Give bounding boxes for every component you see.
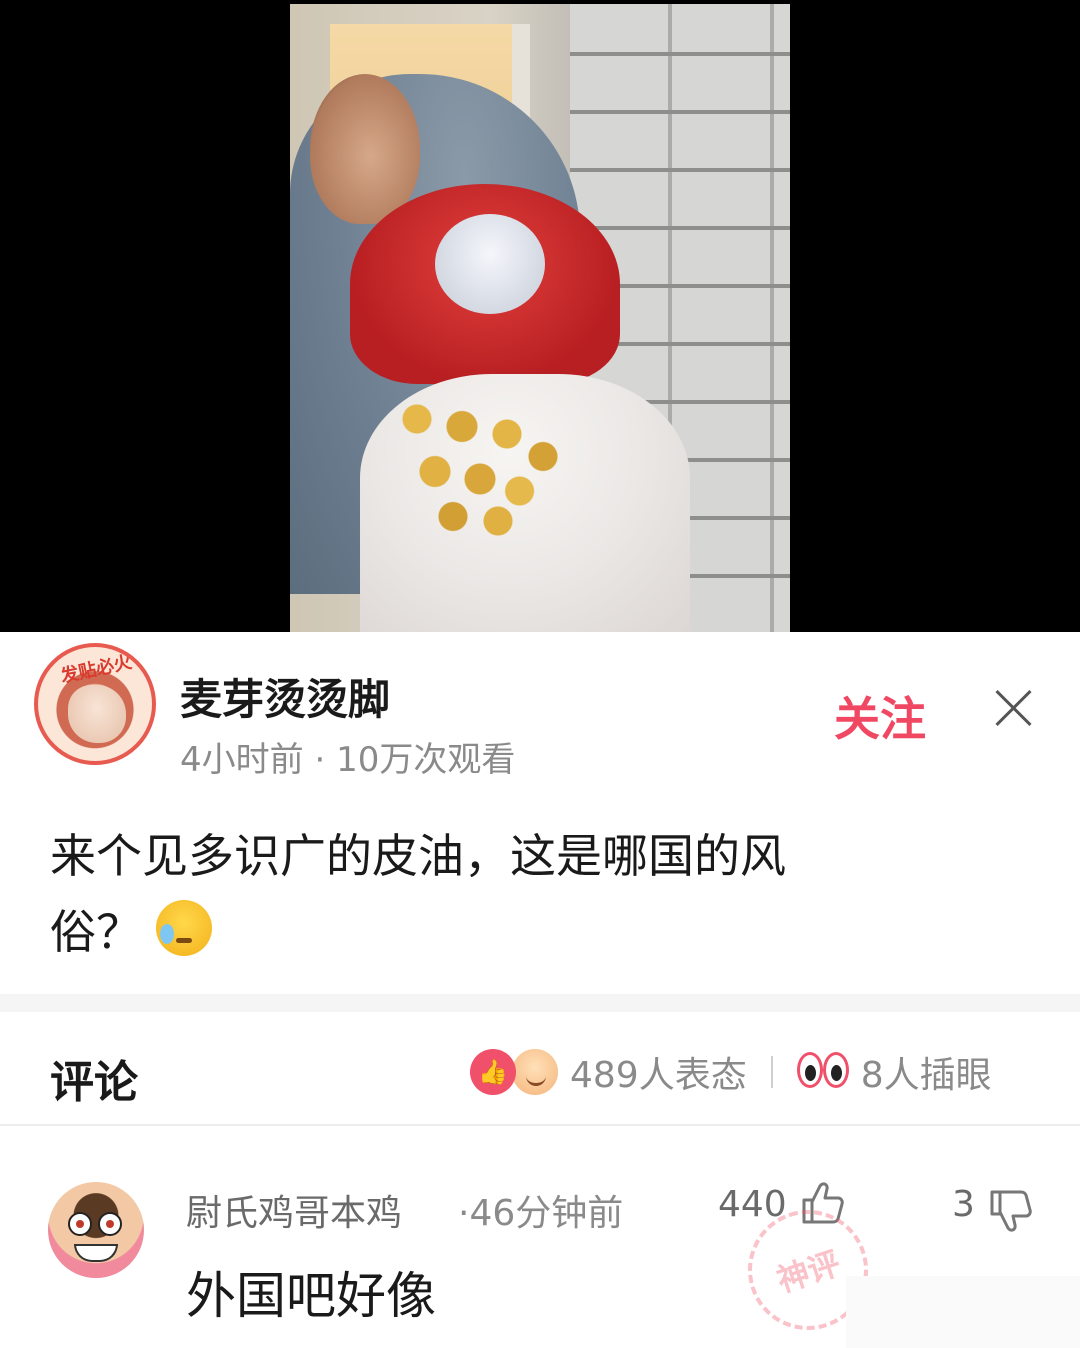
follow-button[interactable]: 关注 — [834, 683, 926, 749]
corner-overlay — [846, 1276, 1080, 1348]
avatar-hand-image — [68, 685, 126, 743]
author-avatar[interactable]: 发贴必火 — [34, 643, 156, 765]
video-bride-face — [435, 214, 545, 314]
comment-time: ·46分钟前 — [458, 1193, 624, 1234]
author-name[interactable]: 麦芽烫烫脚 — [180, 666, 390, 727]
eyes-icon — [796, 1052, 853, 1092]
comments-title: 评论 — [50, 1057, 138, 1108]
comment-dislike-count: 3 — [952, 1184, 975, 1225]
thumbs-up-badge-icon: 👍 — [470, 1049, 516, 1095]
reaction-summary[interactable]: 👍 489人表态 8人插眼 — [470, 1044, 992, 1100]
post-meta: 4小时前 · 10万次观看 — [180, 732, 515, 781]
post-text-line-1: 来个见多识广的皮油，这是哪国的风 — [50, 829, 786, 883]
commenter-name[interactable]: 尉氏鸡哥本鸡 — [186, 1184, 402, 1236]
reaction-count: 489人表态 — [570, 1055, 747, 1096]
sweat-face-icon — [156, 900, 212, 956]
post-text-line-2: 俗？ — [50, 894, 950, 970]
video-man-head — [310, 74, 420, 224]
interjection-count: 8人插眼 — [860, 1055, 992, 1096]
post-time: 4小时前 — [180, 740, 304, 780]
commenter-avatar[interactable] — [48, 1182, 144, 1278]
smile-face-icon — [510, 1047, 560, 1097]
close-icon[interactable] — [992, 686, 1036, 730]
thumbs-down-icon[interactable] — [988, 1188, 1032, 1234]
comment-text: 外国吧好像 — [186, 1267, 436, 1325]
section-divider — [0, 994, 1080, 1012]
video-gold-coins — [390, 389, 570, 539]
post-views: 10万次观看 — [336, 740, 516, 780]
reaction-separator — [770, 1056, 773, 1088]
video-frame — [290, 4, 790, 632]
comments-divider — [0, 1124, 1080, 1126]
post-text: 来个见多识广的皮油，这是哪国的风 俗？ — [50, 818, 950, 970]
avatar-stamp-text: 发贴必火 — [58, 651, 134, 688]
video-player[interactable] — [0, 0, 1080, 632]
meta-separator: · — [314, 740, 337, 780]
post-text-line-2-text: 俗？ — [50, 905, 142, 959]
